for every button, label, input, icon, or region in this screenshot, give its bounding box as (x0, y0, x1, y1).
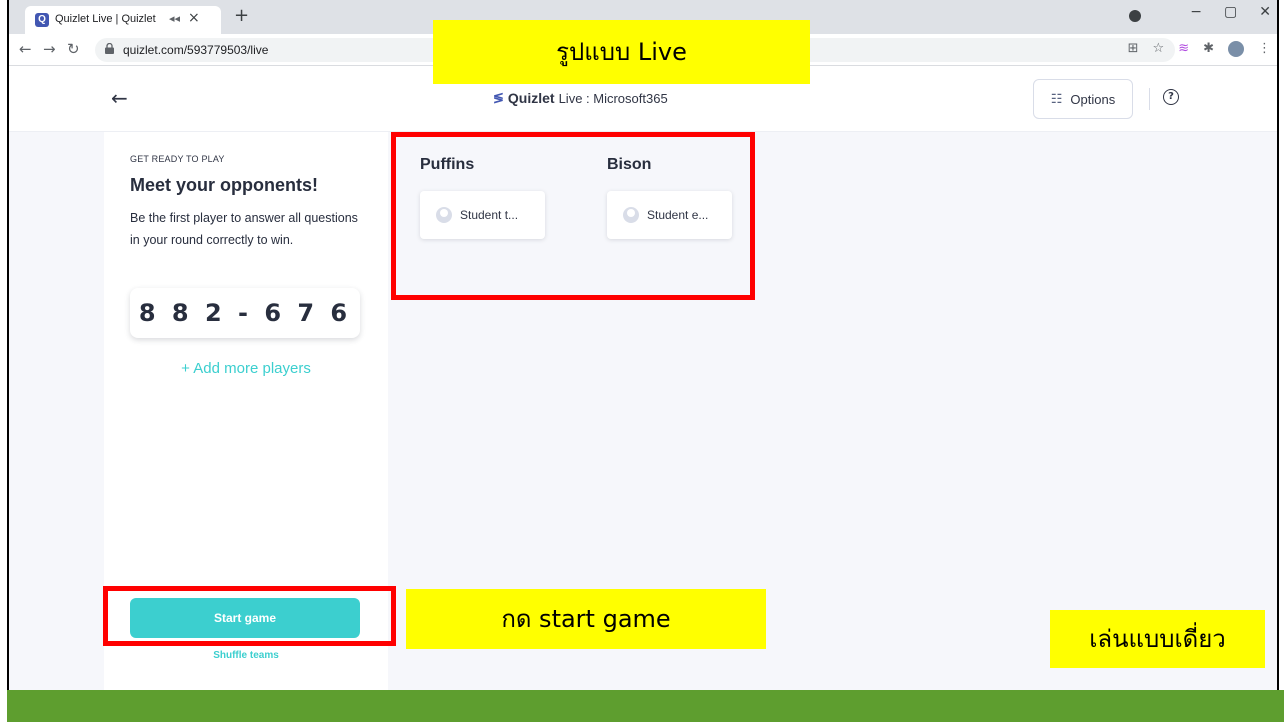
restore-icon[interactable]: ▢ (1224, 4, 1237, 20)
tab-title: Quizlet Live | Quizlet (55, 13, 156, 25)
player-avatar-icon (623, 207, 639, 223)
player-name: Student e... (647, 208, 709, 222)
lock-icon (105, 43, 114, 54)
puzzle-extensions-icon[interactable]: ✱ (1203, 41, 1214, 57)
annotation-start-label: กด start game (406, 589, 766, 649)
close-window-icon[interactable]: ✕ (1259, 4, 1271, 20)
header-divider (1149, 88, 1150, 110)
eyebrow-text: GET READY TO PLAY (130, 154, 225, 164)
forward-nav-icon[interactable]: → (43, 40, 56, 58)
options-label: Options (1070, 91, 1116, 107)
player-card: Student e... (607, 191, 732, 239)
help-icon[interactable]: ? (1163, 89, 1179, 105)
brand-title: ≶ Quizlet Live : Microsoft365 (493, 90, 668, 106)
quizlet-live-logo-icon: ≶ (493, 90, 504, 105)
annotation-single-mode-label: เล่นแบบเดี่ยว (1050, 610, 1265, 668)
minimize-icon[interactable]: − (1190, 4, 1202, 20)
start-game-button[interactable]: Start game (130, 598, 360, 638)
shuffle-teams-link[interactable]: Shuffle teams (104, 650, 388, 661)
annotation-live-format-label: รูปแบบ Live (433, 20, 810, 84)
sliders-icon: ☷ (1050, 91, 1063, 106)
add-more-players-link[interactable]: + Add more players (104, 360, 388, 377)
extension-icon[interactable]: ≋ (1178, 41, 1189, 57)
brand-subtitle: Live : Microsoft365 (558, 90, 668, 106)
team-name: Puffins (420, 156, 475, 173)
quizlet-favicon-icon: Q (35, 13, 49, 27)
description-text: Be the first player to answer all questi… (130, 211, 358, 247)
new-tab-icon[interactable]: + (234, 5, 249, 26)
back-nav-icon[interactable]: ← (19, 40, 32, 58)
tab-close-icon[interactable]: × (188, 10, 200, 26)
left-panel: GET READY TO PLAY Meet your opponents! B… (104, 132, 388, 690)
profile-avatar-icon[interactable] (1228, 41, 1244, 57)
brand-word: Quizlet (507, 90, 555, 106)
menu-kebab-icon[interactable]: ⋮ (1258, 41, 1271, 57)
extension-icons: ⊞ ☆ ≋ ✱ ⋮ (1128, 41, 1271, 57)
translate-icon[interactable]: ⊞ (1128, 41, 1139, 57)
footer-green-bar (7, 690, 1284, 722)
bookmark-star-icon[interactable]: ☆ (1153, 41, 1165, 57)
team-name: Bison (607, 156, 652, 173)
url-text: quizlet.com/593779503/live (123, 43, 269, 57)
reload-icon[interactable]: ↻ (67, 40, 80, 58)
back-arrow-icon[interactable]: ← (111, 86, 128, 110)
join-code: 8 8 2 - 6 7 6 (130, 288, 360, 338)
browser-tab[interactable]: Q Quizlet Live | Quizlet ◂◂ × (25, 6, 221, 34)
page-title: Meet your opponents! (130, 175, 318, 195)
options-button[interactable]: ☷ Options (1033, 79, 1133, 119)
player-name: Student t... (460, 208, 519, 222)
player-avatar-icon (436, 207, 452, 223)
player-card: Student t... (420, 191, 545, 239)
screenshot-frame: Q Quizlet Live | Quizlet ◂◂ × + − ▢ ✕ ← … (0, 0, 1284, 722)
chrome-profile-icon[interactable] (1129, 10, 1141, 22)
window-controls: − ▢ ✕ (1190, 4, 1271, 20)
tab-audio-icon[interactable]: ◂◂ (169, 12, 180, 25)
